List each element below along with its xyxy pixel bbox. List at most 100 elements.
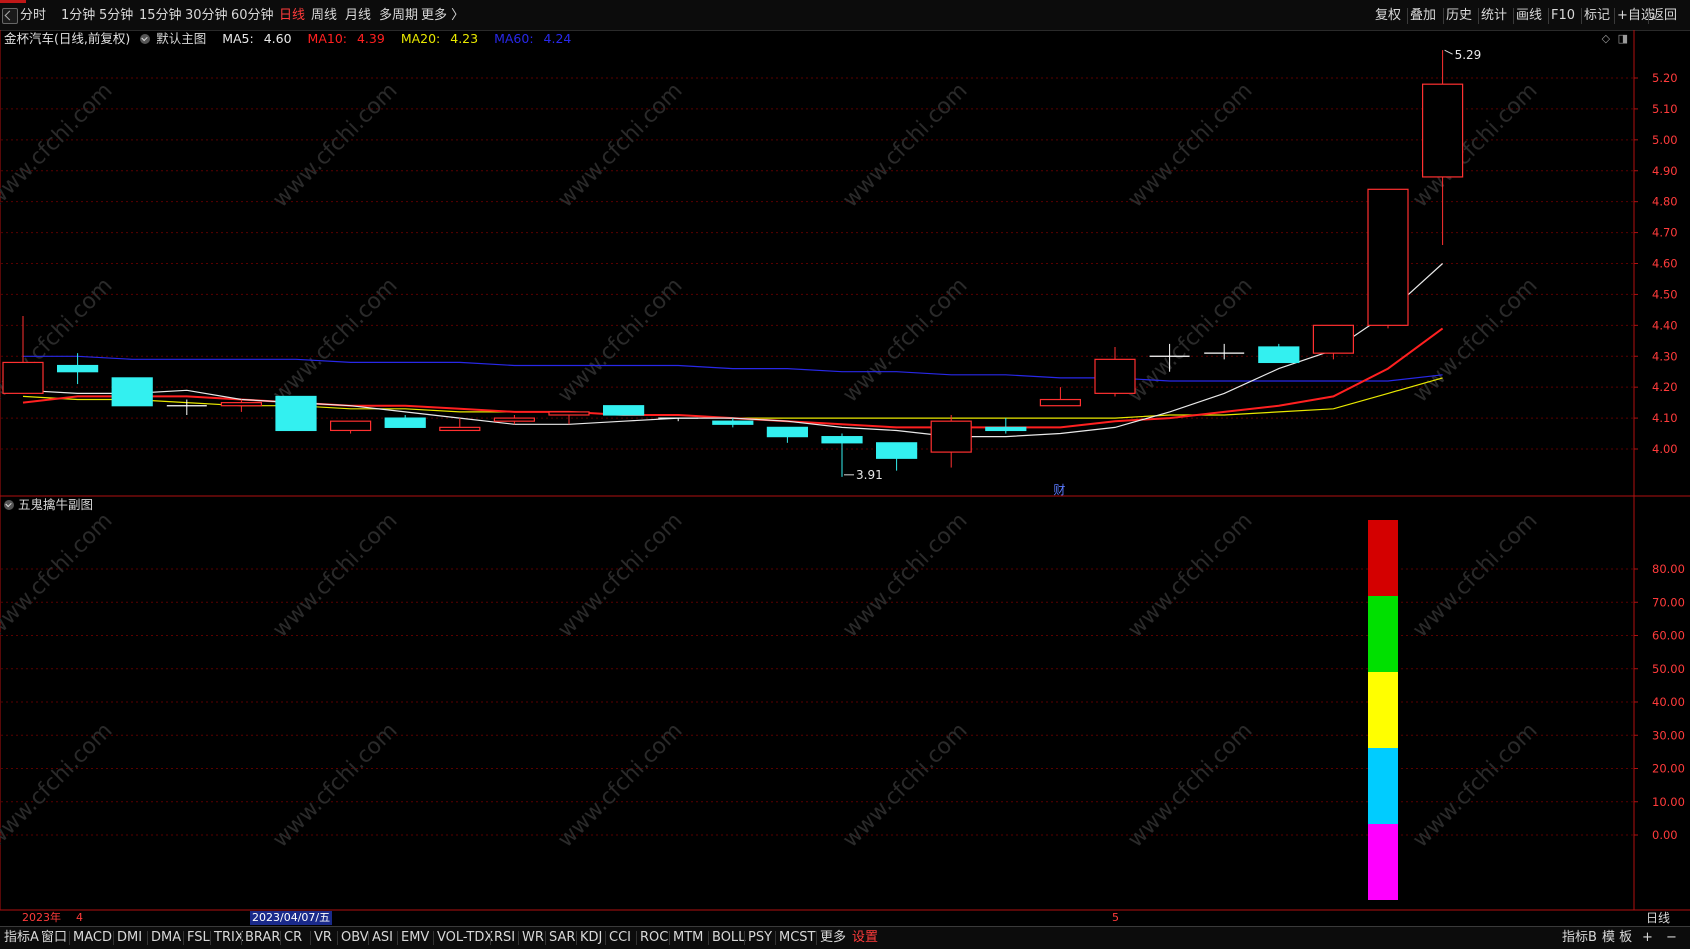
candle[interactable]	[1258, 343, 1300, 364]
sub-chart-title[interactable]: 五鬼擒牛副图	[4, 496, 93, 514]
tab-separator	[368, 931, 369, 945]
sub-tick-label: 30.00	[1652, 728, 1685, 742]
indicator-tab[interactable]: CCI	[609, 929, 631, 947]
indicator-tab[interactable]: SAR	[549, 929, 575, 947]
indicator-tab[interactable]: DMI	[117, 929, 142, 947]
indicator-tab[interactable]: VOL-TDX	[437, 929, 493, 947]
candle[interactable]	[875, 442, 918, 471]
price-tick-label: 5.20	[1652, 71, 1678, 85]
candle[interactable]	[1039, 387, 1082, 407]
tab-separator	[775, 931, 776, 945]
watermark-text: www.cfchi.com	[268, 718, 402, 852]
indicator-tab[interactable]: TRIX	[214, 929, 244, 947]
price-tick-label: 4.90	[1652, 164, 1678, 178]
indicator-tab[interactable]: FSL	[187, 929, 210, 947]
watermark-text: www.cfchi.com	[268, 508, 402, 642]
candle[interactable]	[766, 426, 809, 443]
window-tab[interactable]: 窗口	[41, 929, 67, 947]
tab-separator	[433, 931, 434, 945]
candle[interactable]	[275, 395, 317, 432]
indicator-tab[interactable]: MCST	[779, 929, 816, 947]
signal-bar-segment	[1368, 748, 1398, 824]
watermark-text: www.cfchi.com	[268, 78, 402, 212]
tab-separator	[280, 931, 281, 945]
candle[interactable]	[1367, 188, 1409, 329]
tab-separator	[147, 931, 148, 945]
indicator-tab[interactable]: RSI	[494, 929, 515, 947]
template-tab[interactable]: 模 板	[1602, 929, 1632, 947]
candle[interactable]	[602, 405, 645, 416]
tab-separator	[210, 931, 211, 945]
indicator-tab[interactable]: OBV	[341, 929, 369, 947]
ma60-line	[23, 355, 1443, 382]
watermark-text: www.cfchi.com	[553, 78, 687, 212]
candle[interactable]	[1094, 346, 1136, 397]
watermark-text: www.cfchi.com	[0, 718, 118, 852]
indicator-b-tab[interactable]: 指标B	[1562, 929, 1597, 947]
tab-separator	[636, 931, 637, 945]
watermark-text: www.cfchi.com	[838, 78, 972, 212]
zoom-in-button[interactable]: +	[1642, 929, 1653, 947]
indicator-tab[interactable]: ROC	[640, 929, 668, 947]
month-next-label: 5	[1112, 911, 1119, 924]
price-tick-label: 5.10	[1652, 102, 1678, 116]
sub-tick-label: 40.00	[1652, 695, 1685, 709]
indicator-tab[interactable]: 更多	[820, 929, 846, 947]
tab-separator	[605, 931, 606, 945]
candle[interactable]	[985, 418, 1027, 434]
price-tick-label: 4.30	[1652, 349, 1678, 363]
finance-event-marker[interactable]: 财	[1053, 483, 1065, 497]
indicator-tab[interactable]: EMV	[401, 929, 429, 947]
kline-chart[interactable]: 5.20 5.10 5.00 4.90 4.80 4.70 4.60 4.50 4.40 4.30…	[0, 0, 1690, 948]
candle[interactable]	[1421, 50, 1464, 245]
ma10-line	[22, 327, 1444, 429]
zoom-out-button[interactable]: −	[1666, 929, 1677, 947]
candle[interactable]	[111, 377, 153, 407]
watermark-text: www.cfchi.com	[838, 718, 972, 852]
sub-tick-label: 60.00	[1652, 629, 1685, 643]
candle[interactable]	[56, 353, 99, 385]
indicator-tab[interactable]: ASI	[372, 929, 393, 947]
tab-separator	[518, 931, 519, 945]
indicator-tab[interactable]: PSY	[748, 929, 772, 947]
indicator-a-tab[interactable]: 指标A	[4, 929, 39, 947]
indicator-tab[interactable]: MTM	[673, 929, 703, 947]
year-label: 2023年	[22, 911, 61, 924]
watermark-text: www.cfchi.com	[1408, 508, 1542, 642]
tab-separator	[337, 931, 338, 945]
price-tick-label: 4.70	[1652, 226, 1678, 240]
tab-separator	[490, 931, 491, 945]
indicator-tab[interactable]: KDJ	[580, 929, 602, 947]
candle[interactable]	[330, 420, 372, 434]
indicator-tab[interactable]: BRAR	[245, 929, 280, 947]
tab-separator	[113, 931, 114, 945]
candle[interactable]	[658, 417, 699, 422]
tab-separator	[69, 931, 70, 945]
sub-tick-label: 80.00	[1652, 562, 1685, 576]
settings-tab[interactable]: 设置	[852, 929, 878, 947]
candle[interactable]	[1204, 343, 1245, 360]
candle[interactable]	[384, 414, 426, 428]
signal-bar-segment	[1368, 672, 1398, 748]
indicator-tab[interactable]: CR	[284, 929, 302, 947]
tab-separator	[576, 931, 577, 945]
high-marker-label: 5.29	[1455, 48, 1482, 62]
watermark-text: www.cfchi.com	[0, 78, 118, 212]
price-tick-label: 4.50	[1652, 287, 1678, 301]
watermark-text: www.cfchi.com	[553, 718, 687, 852]
watermark-text: www.cfchi.com	[1123, 508, 1257, 642]
tab-separator	[545, 931, 546, 945]
indicator-tab[interactable]: VR	[314, 929, 332, 947]
tab-separator	[816, 931, 817, 945]
indicator-tab[interactable]: WR	[522, 929, 544, 947]
low-marker-label: 3.91	[856, 468, 883, 482]
candle[interactable]	[930, 414, 972, 468]
indicator-tab[interactable]: BOLL	[712, 929, 745, 947]
price-tick-label: 5.00	[1652, 133, 1678, 147]
indicator-tab[interactable]: MACD	[73, 929, 112, 947]
tab-separator	[669, 931, 670, 945]
candle[interactable]	[220, 399, 262, 412]
indicator-tab[interactable]: DMA	[151, 929, 181, 947]
price-tick-label: 4.10	[1652, 411, 1678, 425]
tab-separator	[183, 931, 184, 945]
